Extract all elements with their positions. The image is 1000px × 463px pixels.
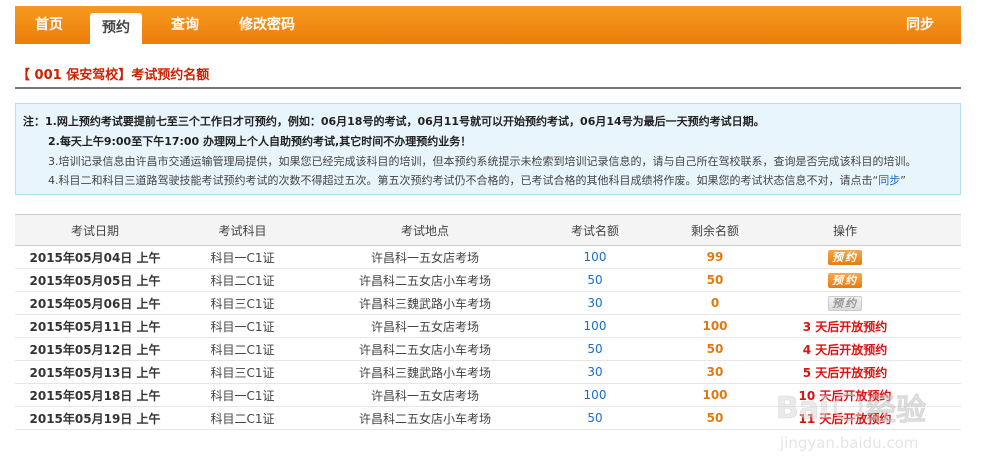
page-title: 【 001 保安驾校】考试预约名额 [17,68,210,83]
row-remaining: 50 [706,411,724,425]
open-status-text: 10 天后开放预约 [798,388,892,403]
row-action: 4 天后开放预约 [780,338,910,360]
table-body: 2015年05月04日 上午 科目一C1证 许昌科一五女店考场 100 99 预约 2015… [15,246,961,430]
header-subject: 考试科目 [218,223,267,238]
row-place: 许昌科二五女店小车考场 [358,342,491,357]
row-subject: 科目一C1证 [210,319,275,334]
notice-line-3: 3.培训记录信息由许昌市交通运输管理局提供，如果您已经完成该科目的培训，但本预约… [48,155,917,168]
table-row: 2015年05月18日 上午 科目一C1证 许昌科一五女店考场 100 100 10 天后… [15,384,961,407]
table-row: 2015年05月04日 上午 科目一C1证 许昌科一五女店考场 100 99 预约 [15,246,961,269]
row-remaining: 30 [706,365,724,379]
row-quota: 50 [587,411,603,425]
open-status-text: 3 天后开放预约 [802,319,888,334]
top-nav: 首页 预约 查询 修改密码 同步 [15,6,961,44]
row-remaining: 99 [706,250,724,264]
row-place: 许昌科一五女店考场 [370,250,479,265]
notice-line-4: 4.科目二和科目三道路驾驶技能考试预约考试的次数不得超过五次。第五次预约考试仍不… [48,172,906,188]
row-date: 2015年05月05日 上午 [29,273,161,288]
row-subject: 科目二C1证 [210,273,275,288]
row-action: 10 天后开放预约 [780,384,910,406]
nav-change-password[interactable]: 修改密码 [239,6,295,44]
row-quota: 100 [583,388,607,402]
row-date: 2015年05月12日 上午 [29,342,161,357]
row-subject: 科目三C1证 [210,365,275,380]
table-row: 2015年05月19日 上午 科目二C1证 许昌科二五女店小车考场 50 50 11 天后… [15,407,961,430]
row-quota: 100 [583,319,607,333]
table-row: 2015年05月11日 上午 科目一C1证 许昌科一五女店考场 100 100 3 天后开… [15,315,961,338]
table-row: 2015年05月13日 上午 科目三C1证 许昌科三魏武路小车考场 30 30 5 天后开… [15,361,961,384]
nav-reserve[interactable]: 预约 [90,13,142,44]
row-date: 2015年05月11日 上午 [29,319,161,334]
row-subject: 科目二C1证 [210,411,275,426]
row-action: 11 天后开放预约 [780,407,910,429]
open-status-text: 11 天后开放预约 [798,411,892,426]
row-remaining: 100 [702,319,728,333]
row-action: 5 天后开放预约 [780,361,910,383]
row-subject: 科目一C1证 [210,388,275,403]
table-row: 2015年05月12日 上午 科目二C1证 许昌科二五女店小车考场 50 50 4 天后开… [15,338,961,361]
row-action: 预约 [780,246,910,268]
row-place: 许昌科三魏武路小车考场 [358,296,491,311]
notice-line-2: 2.每天上午9:00至下午17:00 办理网上个人自助预约考试,其它时间不办理预… [48,135,472,148]
open-status-text: 5 天后开放预约 [802,365,888,380]
notice-sync-link[interactable]: 同步 [878,174,900,187]
notice-line-1: 注：1.网上预约考试要提前七至三个工作日才可预约，例如：06月18号的考试，06… [23,115,765,128]
row-date: 2015年05月13日 上午 [29,365,161,380]
row-subject: 科目二C1证 [210,342,275,357]
row-quota: 100 [583,250,607,264]
header-action: 操作 [832,223,857,238]
row-quota: 50 [587,273,603,287]
row-date: 2015年05月04日 上午 [29,250,161,265]
row-place: 许昌科三魏武路小车考场 [358,365,491,380]
nav-sync[interactable]: 同步 [906,6,934,44]
table-row: 2015年05月06日 上午 科目三C1证 许昌科三魏武路小车考场 30 0 预约 [15,292,961,315]
header-place: 考试地点 [400,223,449,238]
row-place: 许昌科二五女店小车考场 [358,411,491,426]
row-action: 预约 [780,292,910,314]
row-quota: 30 [587,296,603,310]
row-remaining: 100 [702,388,728,402]
row-place: 许昌科一五女店考场 [370,319,479,334]
row-place: 许昌科二五女店小车考场 [358,273,491,288]
row-date: 2015年05月06日 上午 [29,296,161,311]
open-status-text: 4 天后开放预约 [802,342,888,357]
title-divider [15,87,961,89]
header-date: 考试日期 [70,223,119,238]
row-quota: 30 [587,365,603,379]
nav-home[interactable]: 首页 [35,6,63,44]
row-place: 许昌科一五女店考场 [370,388,479,403]
row-date: 2015年05月19日 上午 [29,411,161,426]
notice-line-4-text: 4.科目二和科目三道路驾驶技能考试预约考试的次数不得超过五次。第五次预约考试仍不… [48,174,879,187]
header-remaining: 剩余名额 [690,223,739,238]
watermark-url: jingyan.baidu.com [779,434,918,452]
row-action: 3 天后开放预约 [780,315,910,337]
row-date: 2015年05月18日 上午 [29,388,161,403]
row-remaining: 50 [706,273,724,287]
notice-box: 注：1.网上预约考试要提前七至三个工作日才可预约，例如：06月18号的考试，06… [15,103,961,195]
exam-quota-table: 考试日期 考试科目 考试地点 考试名额 剩余名额 操作 2015年05月04日 … [15,214,961,430]
row-subject: 科目一C1证 [210,250,275,265]
reserve-button[interactable]: 预约 [828,272,862,288]
table-row: 2015年05月05日 上午 科目二C1证 许昌科二五女店小车考场 50 50 预约 [15,269,961,292]
row-action: 预约 [780,269,910,291]
table-header: 考试日期 考试科目 考试地点 考试名额 剩余名额 操作 [15,215,961,246]
row-remaining: 50 [706,342,724,356]
row-quota: 50 [587,342,603,356]
row-remaining: 0 [710,296,720,310]
header-quota: 考试名额 [570,223,619,238]
row-subject: 科目三C1证 [210,296,275,311]
nav-query[interactable]: 查询 [171,6,199,44]
notice-line-4-end: ” [900,174,906,187]
reserve-button[interactable]: 预约 [828,249,862,265]
reserve-button-disabled: 预约 [828,295,862,311]
